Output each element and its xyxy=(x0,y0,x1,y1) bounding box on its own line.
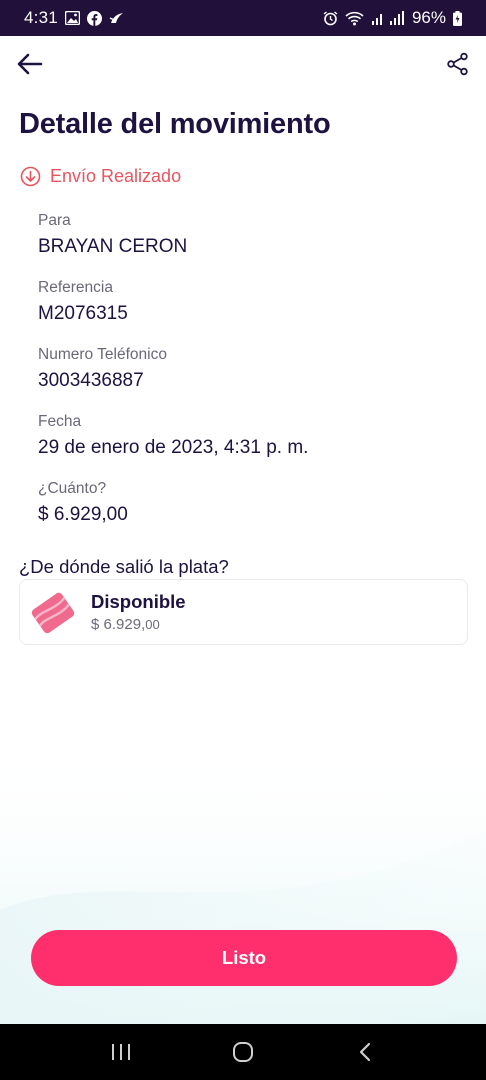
recent-apps-icon xyxy=(112,1044,130,1060)
arrow-down-circle-icon xyxy=(20,166,41,187)
field-amount: ¿Cuánto? $ 6.929,00 xyxy=(38,480,128,526)
field-label: Fecha xyxy=(38,413,82,430)
signal-icon xyxy=(371,11,405,25)
facebook-icon xyxy=(86,10,102,26)
field-value: 3003436887 xyxy=(38,370,144,391)
field-phone: Numero Teléfonico 3003436887 xyxy=(38,346,167,392)
card-amount: $ 6.929,00 xyxy=(91,616,160,633)
field-value: BRAYAN CERON xyxy=(38,236,188,257)
share-icon xyxy=(447,52,468,76)
field-value: $ 6.929,00 xyxy=(38,504,128,525)
field-value: 29 de enero de 2023, 4:31 p. m. xyxy=(38,437,309,458)
recent-apps-button[interactable] xyxy=(96,1032,146,1072)
card-amount-cents: 00 xyxy=(145,617,160,632)
battery-percent: 96% xyxy=(411,8,446,27)
home-button[interactable] xyxy=(218,1032,268,1072)
share-button[interactable] xyxy=(442,48,474,80)
gallery-icon xyxy=(64,11,80,25)
field-label: ¿Cuánto? xyxy=(38,480,107,497)
back-icon xyxy=(359,1042,371,1062)
card-amount-main: $ 6.929, xyxy=(91,616,146,633)
field-recipient: Para BRAYAN CERON xyxy=(38,212,187,258)
field-value: M2076315 xyxy=(38,303,128,324)
card-title: Disponible xyxy=(91,591,186,612)
field-date: Fecha 29 de enero de 2023, 4:31 p. m. xyxy=(38,413,308,459)
status-bar: 4:31 96% xyxy=(0,0,486,36)
done-button[interactable]: Listo xyxy=(31,930,457,986)
status-bar-right: 96% xyxy=(323,8,462,28)
home-icon xyxy=(233,1042,253,1062)
system-back-button[interactable] xyxy=(340,1032,390,1072)
arrow-left-icon xyxy=(17,53,43,75)
transaction-status: Envío Realizado xyxy=(20,166,181,187)
source-card: Disponible $ 6.929,00 xyxy=(19,579,468,645)
field-reference: Referencia M2076315 xyxy=(38,279,128,325)
status-text: Envío Realizado xyxy=(50,166,182,186)
app-bar xyxy=(0,36,486,92)
source-question: ¿De dónde salió la plata? xyxy=(19,556,229,577)
page-title: Detalle del movimiento xyxy=(19,108,331,140)
screen: 4:31 96% Detalle del movimiento Envío Re… xyxy=(0,0,486,1080)
field-label: Numero Teléfonico xyxy=(38,346,167,363)
app-notification-icon xyxy=(109,11,125,25)
system-nav-bar xyxy=(0,1024,486,1080)
status-time: 4:31 xyxy=(24,8,58,27)
field-label: Para xyxy=(38,212,71,229)
field-label: Referencia xyxy=(38,279,113,296)
pocket-icon xyxy=(31,592,75,634)
status-bar-left: 4:31 xyxy=(24,8,125,28)
back-button[interactable] xyxy=(14,48,46,80)
alarm-icon xyxy=(323,10,338,26)
battery-icon xyxy=(453,10,462,26)
wifi-icon xyxy=(345,11,364,26)
